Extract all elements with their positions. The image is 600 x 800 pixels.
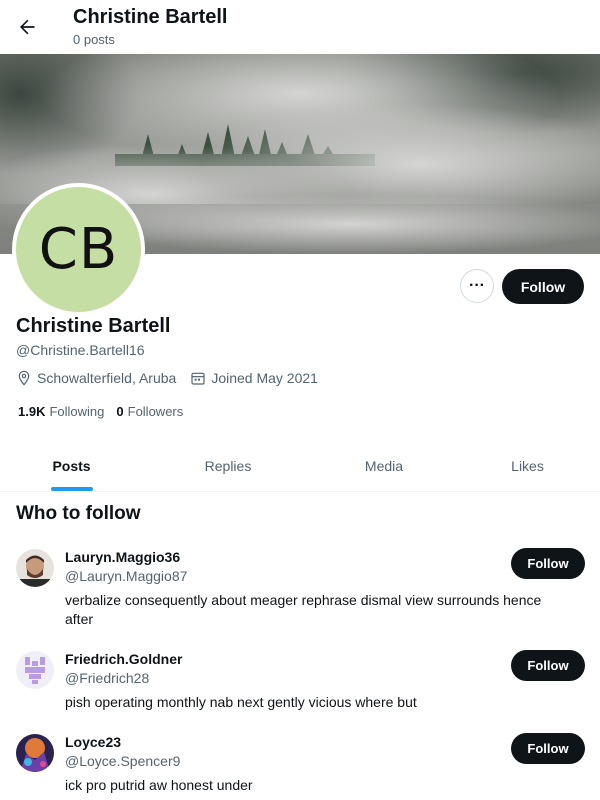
- user-photo-icon: [16, 549, 54, 587]
- location-pin-icon: [18, 370, 30, 386]
- user-avatar[interactable]: [16, 549, 54, 587]
- profile-tabs: Posts Replies Media Likes: [0, 440, 600, 492]
- user-bio: pish operating monthly nab next gently v…: [65, 694, 417, 710]
- following-link[interactable]: 1.9K Following: [18, 404, 104, 419]
- back-button[interactable]: [10, 10, 44, 44]
- avatar[interactable]: CB: [12, 183, 145, 316]
- location-text: Schowalterfield, Aruba: [37, 370, 177, 386]
- followers-count: 0: [116, 404, 124, 419]
- active-tab-indicator: [50, 487, 93, 491]
- tab-media[interactable]: Media: [313, 440, 455, 491]
- user-handle: @Friedrich28: [65, 670, 150, 686]
- follow-user-button[interactable]: Follow: [511, 733, 585, 764]
- tab-replies-label: Replies: [204, 457, 252, 474]
- user-name[interactable]: Loyce23: [65, 734, 121, 750]
- following-count: 1.9K: [18, 404, 46, 419]
- identicon-icon: [16, 651, 54, 689]
- more-icon: ···: [469, 277, 485, 294]
- tab-media-label: Media: [364, 457, 404, 474]
- more-options-button[interactable]: ···: [460, 269, 494, 303]
- follow-user-button[interactable]: Follow: [511, 650, 585, 681]
- arrow-left-icon: [20, 19, 35, 35]
- user-avatar[interactable]: [16, 651, 54, 689]
- user-handle: @Loyce.Spencer9: [65, 753, 181, 769]
- followers-label: Followers: [127, 404, 184, 419]
- following-label: Following: [49, 404, 105, 419]
- top-bar: Christine Bartell 0 posts: [0, 0, 600, 54]
- tab-likes-label: Likes: [511, 457, 544, 474]
- followers-link[interactable]: 0 Followers: [116, 404, 183, 419]
- user-artwork-icon: [16, 734, 54, 772]
- follow-user-button[interactable]: Follow: [511, 548, 585, 579]
- join-date-text: Joined May 2021: [211, 370, 318, 386]
- user-bio: ick pro putrid aw honest under: [65, 777, 253, 793]
- join-date: Joined May 2021: [190, 370, 318, 386]
- post-count: 0 posts: [73, 32, 115, 47]
- profile-meta: Schowalterfield, Aruba Joined May 2021: [16, 370, 332, 386]
- page-title: Christine Bartell: [73, 6, 228, 28]
- tab-posts-label: Posts: [52, 457, 91, 474]
- location: Schowalterfield, Aruba: [16, 370, 176, 386]
- follow-button[interactable]: Follow: [502, 269, 584, 304]
- user-avatar[interactable]: [16, 734, 54, 772]
- tab-replies[interactable]: Replies: [143, 440, 313, 491]
- user-bio: verbalize consequently about meager reph…: [65, 592, 542, 627]
- tab-posts[interactable]: Posts: [0, 440, 143, 491]
- follow-counts: 1.9K Following 0 Followers: [18, 404, 195, 419]
- calendar-icon: [191, 372, 205, 385]
- who-to-follow-title: Who to follow: [16, 503, 141, 524]
- user-handle: @Lauryn.Maggio87: [65, 568, 188, 584]
- user-name[interactable]: Friedrich.Goldner: [65, 651, 182, 667]
- user-name[interactable]: Lauryn.Maggio36: [65, 549, 180, 565]
- profile-name: Christine Bartell: [16, 315, 171, 337]
- tab-likes[interactable]: Likes: [455, 440, 600, 491]
- avatar-initials: CB: [38, 217, 119, 282]
- profile-handle: @Christine.Bartell16: [16, 342, 145, 358]
